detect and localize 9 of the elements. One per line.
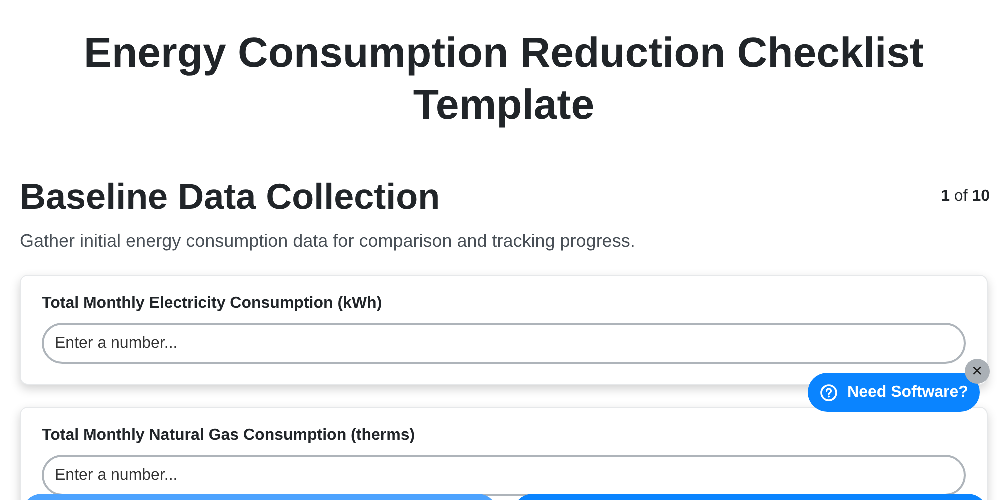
- step-counter: 1 of 10: [941, 188, 990, 206]
- section-description: Gather initial energy consumption data for comparison and tracking progress.: [20, 231, 636, 252]
- question-label: Total Monthly Natural Gas Consumption (therms): [42, 427, 416, 445]
- number-input-field[interactable]: Enter a number...: [42, 323, 966, 364]
- section-heading: Baseline Data Collection: [20, 175, 440, 219]
- page-title: Energy Consumption Reduction Checklist Template: [82, 28, 926, 130]
- help-icon: [820, 384, 838, 402]
- number-input-field[interactable]: Enter a number...: [42, 455, 966, 496]
- question-label: Total Monthly Electricity Consumption (kWh): [42, 295, 384, 313]
